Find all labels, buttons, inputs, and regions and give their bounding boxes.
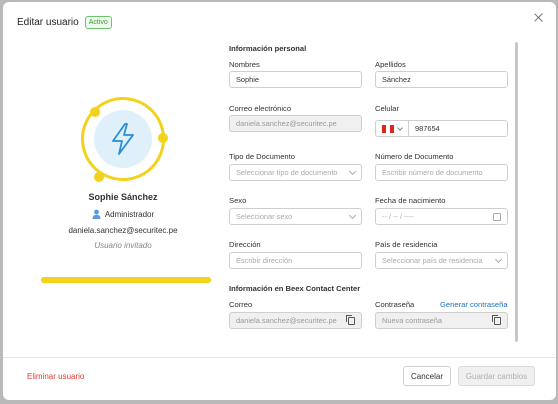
profile-progress-bar [41, 277, 211, 283]
footer-divider [3, 357, 556, 358]
direccion-label: Dirección [229, 240, 261, 249]
celular-input[interactable]: 987654 [408, 120, 508, 137]
calendar-icon[interactable] [493, 213, 501, 221]
beex-correo-label: Correo [229, 300, 253, 309]
sexo-label: Sexo [229, 196, 247, 205]
edit-user-modal: Editar usuario Activo Sophie Sánchez Adm… [3, 2, 556, 400]
chevron-down-icon [348, 167, 357, 176]
pais-select[interactable]: Seleccionar país de residencia [375, 252, 508, 269]
password-input[interactable]: Nueva contraseña [375, 312, 508, 329]
sexo-select[interactable]: Seleccionar sexo [229, 208, 362, 225]
profile-role-label: Administrador [104, 209, 155, 219]
profile-status: Usuario invitado [94, 241, 152, 250]
section-beex-info: Información en Beex Contact Center [229, 284, 361, 293]
delete-user-button[interactable]: Eliminar usuario [27, 372, 84, 381]
celular-label: Celular [375, 104, 400, 113]
section-personal-info: Información personal [229, 44, 307, 53]
fecha-input[interactable]: -- / -- / ---- [375, 208, 508, 225]
chevron-down-icon [494, 255, 503, 264]
pais-label: País de residencia [375, 240, 438, 249]
form-scrollbar[interactable] [515, 42, 518, 342]
apellidos-label: Apellidos [375, 60, 406, 69]
save-button[interactable]: Guardar cambios [458, 366, 535, 386]
modal-header: Editar usuario Activo [17, 13, 112, 31]
tipo-doc-label: Tipo de Documento [229, 152, 295, 161]
close-icon[interactable] [532, 11, 546, 25]
country-code-select[interactable] [375, 120, 409, 137]
chevron-down-icon [348, 211, 357, 220]
profile-name: Sophie Sánchez [88, 192, 158, 202]
nombres-input[interactable]: Sophie [229, 71, 362, 88]
status-badge: Activo [84, 15, 112, 29]
profile-email: daniela.sanchez@securitec.pe [68, 226, 178, 235]
profile-card: Sophie Sánchez Administrador daniela.san… [33, 97, 213, 250]
modal-title: Editar usuario [17, 16, 79, 28]
nombres-label: Nombres [229, 60, 260, 69]
contrasena-label: Contraseña [375, 300, 415, 309]
beex-correo-input: daniela.sanchez@securitec.pe [229, 312, 362, 329]
correo-input: daniela.sanchez@securitec.pe [229, 115, 362, 132]
avatar [81, 97, 168, 182]
num-doc-label: Número de Documento [375, 152, 454, 161]
lightning-bolt-icon [112, 123, 134, 155]
chevron-down-icon [397, 125, 403, 131]
cancel-button[interactable]: Cancelar [403, 366, 451, 386]
peru-flag-icon [382, 125, 394, 133]
tipo-doc-select[interactable]: Seleccionar tipo de documento [229, 164, 362, 181]
user-icon [92, 209, 101, 219]
generate-password-link[interactable]: Generar contraseña [440, 300, 508, 309]
correo-label: Correo electrónico [229, 104, 292, 113]
profile-role: Administrador [33, 209, 213, 219]
copy-icon[interactable] [346, 315, 355, 325]
apellidos-input[interactable]: Sánchez [375, 71, 508, 88]
direccion-input[interactable]: Escribir dirección [229, 252, 362, 269]
num-doc-input[interactable]: Escribir número de documento [375, 164, 508, 181]
copy-icon[interactable] [492, 315, 501, 325]
fecha-label: Fecha de nacimiento [375, 196, 446, 205]
